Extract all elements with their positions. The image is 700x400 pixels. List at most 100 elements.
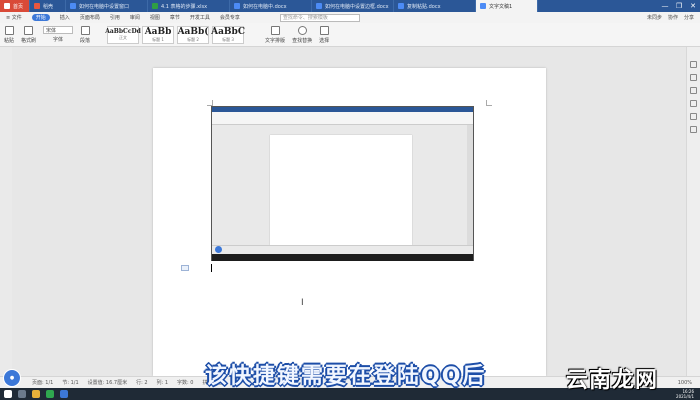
sidebar-tool-icon[interactable] bbox=[690, 113, 697, 120]
select-button[interactable]: 选择 bbox=[319, 25, 330, 44]
text-layout-button[interactable]: 文字排版 bbox=[265, 25, 286, 44]
style-sample: AaBb bbox=[144, 26, 172, 37]
embedded-screenshot[interactable] bbox=[211, 106, 474, 261]
style-heading-1[interactable]: AaBb 标题 1 bbox=[142, 25, 175, 44]
tab-label: 文字文稿1 bbox=[489, 3, 513, 10]
menu-member[interactable]: 会员专享 bbox=[220, 14, 240, 21]
search-icon[interactable] bbox=[18, 390, 26, 398]
tab-label: 4.1 表格的步骤.xlsx bbox=[161, 3, 208, 10]
tab-active-doc[interactable]: 文字文稿1 bbox=[476, 0, 538, 12]
tab-home[interactable]: 首页 bbox=[0, 0, 30, 12]
sidebar-tool-icon[interactable] bbox=[690, 61, 697, 68]
tab-label: 如何在电脑中设置边框.docx bbox=[325, 3, 389, 10]
video-subtitle: 该快捷键需要在登陆QQ后 bbox=[205, 364, 487, 389]
command-search-input[interactable]: 查找命令、搜索模板 bbox=[279, 13, 360, 22]
menu-review[interactable]: 审阅 bbox=[130, 14, 140, 21]
menu-view[interactable]: 视图 bbox=[150, 14, 160, 21]
start-icon[interactable] bbox=[4, 390, 12, 398]
embedded-ribbon bbox=[212, 112, 473, 125]
embedded-statusbar bbox=[212, 245, 473, 254]
status-wordcount[interactable]: 字数: 0 bbox=[177, 379, 193, 386]
style-gallery: AaBbCcDd 正文 AaBb 标题 1 AaBb( 标题 2 AaBbC 标… bbox=[105, 25, 245, 44]
word-doc-icon bbox=[234, 3, 240, 9]
collaborate-button[interactable]: 协作 bbox=[668, 14, 678, 21]
style-sample: AaBbC bbox=[211, 26, 245, 37]
style-caption: 标题 2 bbox=[187, 36, 199, 42]
style-heading-2[interactable]: AaBb( 标题 2 bbox=[177, 25, 210, 44]
style-sample: AaBb( bbox=[177, 26, 209, 37]
menu-developer[interactable]: 开发工具 bbox=[190, 14, 210, 21]
sidebar-tool-icon[interactable] bbox=[690, 87, 697, 94]
tab-sheet[interactable]: 4.1 表格的步骤.xlsx bbox=[148, 0, 230, 12]
browser-icon[interactable] bbox=[60, 390, 68, 398]
wechat-icon[interactable] bbox=[46, 390, 54, 398]
tab-label: 复制粘贴.docx bbox=[407, 3, 441, 10]
status-column: 列: 1 bbox=[156, 380, 169, 386]
left-gutter bbox=[0, 47, 12, 376]
select-label: 选择 bbox=[319, 37, 330, 44]
margin-corner bbox=[486, 100, 492, 106]
status-line: 行: 2 bbox=[136, 380, 148, 386]
site-watermark: 云南龙网 bbox=[566, 368, 659, 393]
menu-references[interactable]: 引用 bbox=[110, 14, 120, 21]
tab-label: 如何在电脑中.docx bbox=[243, 3, 287, 10]
embedded-page bbox=[270, 135, 412, 245]
paragraph-layout-icon[interactable] bbox=[181, 265, 189, 271]
search-placeholder: 查找命令、搜索模板 bbox=[282, 15, 328, 21]
align-left-icon[interactable] bbox=[80, 25, 90, 35]
text-layout-label: 文字排版 bbox=[265, 37, 286, 44]
format-painter-button[interactable]: 格式刷 bbox=[21, 25, 37, 44]
paragraph-group-label: 段落 bbox=[80, 37, 91, 44]
font-name-select[interactable]: 宋体 bbox=[43, 26, 74, 34]
tab-daoke[interactable]: 稻壳 bbox=[30, 0, 66, 12]
share-button[interactable]: 分享 bbox=[684, 14, 694, 21]
text-cursor bbox=[211, 264, 212, 272]
zoom-level[interactable]: 100% bbox=[678, 380, 700, 386]
tab-doc-2[interactable]: 如何在电脑中.docx bbox=[230, 0, 312, 12]
assistant-badge-icon[interactable]: ● bbox=[3, 369, 21, 387]
daoke-icon bbox=[34, 3, 40, 9]
tab-doc-4[interactable]: 复制粘贴.docx bbox=[394, 0, 476, 12]
sync-status[interactable]: 未同步 bbox=[647, 14, 662, 21]
taskbar-clock[interactable]: 16:26 2021/4/1 bbox=[676, 389, 700, 399]
word-doc-icon bbox=[398, 3, 404, 9]
style-caption: 正文 bbox=[119, 35, 128, 40]
menu-layout[interactable]: 页面布局 bbox=[80, 14, 100, 21]
paste-button[interactable]: 粘贴 bbox=[4, 25, 14, 44]
format-painter-label: 格式刷 bbox=[21, 37, 37, 44]
sidebar-tool-icon[interactable] bbox=[690, 74, 697, 81]
embedded-scrollbar bbox=[467, 125, 473, 254]
menu-file[interactable]: ≡ 文件 bbox=[6, 14, 22, 21]
word-doc-icon bbox=[316, 3, 322, 9]
find-replace-label: 查找替换 bbox=[292, 37, 313, 44]
tab-doc-1[interactable]: 如何在电脑中设置窗口 bbox=[66, 0, 148, 12]
tab-label: 首页 bbox=[13, 3, 24, 10]
menu-home[interactable]: 开始 bbox=[31, 14, 50, 21]
style-heading-3[interactable]: AaBbC 标题 3 bbox=[211, 25, 245, 44]
tab-doc-3[interactable]: 如何在电脑中设置边框.docx bbox=[312, 0, 394, 12]
document-page[interactable]: Ⅰ bbox=[153, 68, 546, 376]
minimize-button[interactable]: — bbox=[658, 0, 672, 12]
paragraph-group: 段落 bbox=[80, 25, 91, 44]
sidebar-tool-icon[interactable] bbox=[690, 100, 697, 107]
spreadsheet-icon bbox=[152, 3, 158, 9]
style-sample: AaBbCcDd bbox=[105, 28, 141, 35]
maximize-button[interactable]: ❐ bbox=[672, 0, 686, 12]
close-button[interactable]: ✕ bbox=[686, 0, 700, 12]
word-doc-icon bbox=[480, 3, 486, 9]
cursor-icon bbox=[319, 25, 329, 35]
style-caption: 标题 3 bbox=[222, 36, 234, 42]
menu-bar: ≡ 文件 开始 插入 页面布局 引用 审阅 视图 章节 开发工具 会员专享 查找… bbox=[0, 12, 700, 23]
find-replace-button[interactable]: 查找替换 bbox=[292, 25, 313, 44]
paste-icon bbox=[4, 25, 14, 35]
folder-icon[interactable] bbox=[32, 390, 40, 398]
ibeam-cursor-icon: Ⅰ bbox=[301, 298, 304, 308]
style-normal[interactable]: AaBbCcDd 正文 bbox=[105, 25, 141, 44]
menu-insert[interactable]: 插入 bbox=[60, 14, 70, 21]
window-tabbar: 首页 稻壳 如何在电脑中设置窗口 4.1 表格的步骤.xlsx 如何在电脑中.d… bbox=[0, 0, 700, 12]
sidebar-tool-icon[interactable] bbox=[690, 126, 697, 133]
menu-section[interactable]: 章节 bbox=[170, 14, 180, 21]
clock-date: 2021/4/1 bbox=[676, 394, 694, 399]
embedded-taskbar bbox=[212, 254, 473, 261]
status-page[interactable]: 页面: 1/1 bbox=[32, 379, 53, 386]
